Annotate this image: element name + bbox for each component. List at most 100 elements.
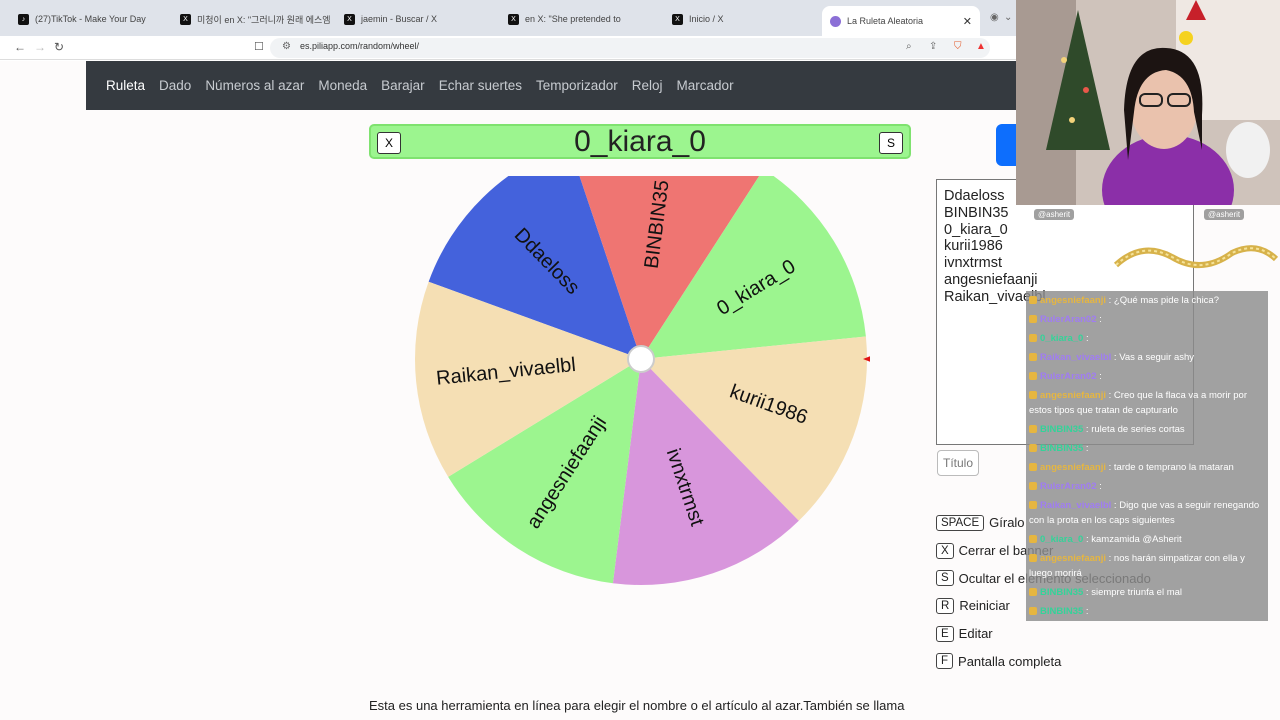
piliapp-icon <box>830 15 841 27</box>
chat-message: Raikan_vivaelbl : Digo que vas a seguir … <box>1026 496 1268 530</box>
nav-moneda[interactable]: Moneda <box>318 78 367 93</box>
nav-echar-suertes[interactable]: Echar suertes <box>439 78 522 93</box>
chat-username: angesniefaanji <box>1040 462 1106 473</box>
chat-text: : <box>1096 481 1102 492</box>
rewards-icon[interactable]: ▲ <box>976 41 986 52</box>
roulette-wheel[interactable]: Ddaeloss BINBIN350_kiara_0kurii1986ivnxtr… <box>412 176 870 651</box>
crown-badge-icon <box>1029 372 1037 381</box>
crown-badge-icon <box>1029 296 1037 305</box>
hide-selected-button[interactable]: S <box>879 132 903 154</box>
chat-username: Raikan_vivaelbl <box>1040 500 1112 511</box>
chat-text: : tarde o temprano la mataran <box>1106 462 1234 473</box>
url-text: es.piliapp.com/random/wheel/ <box>300 41 420 51</box>
chat-message: RulerAran02 : <box>1026 477 1268 496</box>
crown-badge-icon <box>1029 334 1037 343</box>
chat-text: : <box>1083 333 1089 344</box>
share-icon[interactable]: ⇪ <box>929 41 937 52</box>
chat-message: RulerAran02 : <box>1026 367 1268 386</box>
chat-message: 0_kiara_0 : <box>1026 329 1268 348</box>
crown-badge-icon <box>1029 315 1037 324</box>
nav-numeros[interactable]: Números al azar <box>205 78 304 93</box>
nav-barajar[interactable]: Barajar <box>381 78 425 93</box>
crown-badge-icon <box>1029 463 1037 472</box>
stream-chat-overlay: @asherit @asherit angesniefaanji : ¿Qué … <box>1026 205 1280 645</box>
crown-badge-icon <box>1029 554 1037 563</box>
chat-username: angesniefaanji <box>1040 295 1106 306</box>
site-nav: Ruleta Dado Números al azar Moneda Baraj… <box>86 61 1026 110</box>
title-input[interactable]: Título <box>937 450 979 476</box>
reload-icon[interactable]: ↻ <box>54 40 64 54</box>
crown-badge-icon <box>1029 425 1037 434</box>
x-icon: X <box>180 13 191 25</box>
chat-username: 0_kiara_0 <box>1040 534 1084 545</box>
close-tab-icon[interactable]: ✕ <box>963 15 972 28</box>
chat-header-tag: @asherit <box>1204 209 1245 220</box>
shortcut-fullscreen[interactable]: F Pantalla completa <box>936 647 1151 675</box>
chat-message: angesniefaanji : tarde o temprano la mat… <box>1026 458 1268 477</box>
chat-text: : <box>1096 314 1102 325</box>
chat-message: angesniefaanji : Creo que la flaca va a … <box>1026 386 1268 420</box>
chat-text: : ruleta de series cortas <box>1083 424 1185 435</box>
chat-text: : siempre triunfa el mal <box>1083 587 1183 598</box>
x-icon: X <box>672 13 683 25</box>
close-banner-button[interactable]: X <box>377 132 401 154</box>
tab-ruleta[interactable]: La Ruleta Aleatoria ✕ <box>822 6 980 36</box>
key-s: S <box>936 570 954 587</box>
tab-menu-icon[interactable]: ⌄ <box>1004 12 1012 23</box>
tab-tiktok[interactable]: ♪ (27)TikTok - Make Your Day <box>10 6 170 32</box>
chat-username: angesniefaanji <box>1040 390 1106 401</box>
chat-text: : ¿Qué mas pide la chica? <box>1106 295 1219 306</box>
tab-x-4[interactable]: X Inicio / X <box>664 6 822 32</box>
key-space: SPACE <box>936 514 985 531</box>
crown-badge-icon <box>1029 444 1037 453</box>
forward-icon[interactable]: → <box>34 40 46 54</box>
bookmark-icon[interactable]: ☐ <box>254 40 264 53</box>
chat-text: : Vas a seguir ashy <box>1111 352 1195 363</box>
globe-icon[interactable]: ◉ <box>990 12 999 23</box>
wheel-center-hub[interactable] <box>627 345 655 373</box>
nav-dado[interactable]: Dado <box>159 78 191 93</box>
chat-username: BINBIN35 <box>1040 443 1084 454</box>
key-f: F <box>936 653 954 670</box>
nav-temporizador[interactable]: Temporizador <box>536 78 618 93</box>
chat-username: RulerAran02 <box>1040 314 1097 325</box>
chat-message: Raikan_vivaelbl : Vas a seguir ashy <box>1026 348 1268 367</box>
crown-badge-icon <box>1029 535 1037 544</box>
tab-x-3[interactable]: X en X: "She pretended to <box>500 6 662 32</box>
tab-x-1[interactable]: X 미청이 en X: "그러니까 원래 에스엠 <box>172 6 334 32</box>
chat-message: angesniefaanji : nos harán simpatizar co… <box>1026 549 1268 583</box>
chat-text: : <box>1083 443 1089 454</box>
chat-message: BINBIN35 : <box>1026 602 1268 621</box>
nav-marcador[interactable]: Marcador <box>677 78 734 93</box>
site-info-icon[interactable]: ⚙ <box>282 41 291 52</box>
chat-text: : <box>1096 371 1102 382</box>
chat-message: BINBIN35 : ruleta de series cortas <box>1026 420 1268 439</box>
chat-username: BINBIN35 <box>1040 587 1084 598</box>
nav-ruleta[interactable]: Ruleta <box>106 78 145 93</box>
chat-username: angesniefaanji <box>1040 553 1106 564</box>
streamer-camera-image <box>1016 0 1280 205</box>
chat-username: Raikan_vivaelbl <box>1040 352 1112 363</box>
zoom-icon[interactable]: ⌕ <box>906 41 912 52</box>
x-icon: X <box>344 13 355 25</box>
chat-username: BINBIN35 <box>1040 606 1084 617</box>
winner-name: 0_kiara_0 <box>574 124 706 158</box>
crown-badge-icon <box>1029 482 1037 491</box>
tiktok-icon: ♪ <box>18 13 29 25</box>
back-icon[interactable]: ← <box>14 40 26 54</box>
tab-x-2[interactable]: X jaemin - Buscar / X <box>336 6 498 32</box>
chat-text: : kamzamida @Asherit <box>1083 534 1182 545</box>
chat-message: RulerAran02 : <box>1026 310 1268 329</box>
chat-username: BINBIN35 <box>1040 424 1084 435</box>
dragon-decoration <box>1113 245 1279 269</box>
chat-username: RulerAran02 <box>1040 481 1097 492</box>
crown-badge-icon <box>1029 391 1037 400</box>
chat-message: angesniefaanji : ¿Qué mas pide la chica? <box>1026 291 1268 310</box>
chat-message: BINBIN35 : <box>1026 439 1268 458</box>
brave-shield-icon[interactable]: ⛉ <box>954 41 962 52</box>
chat-username: 0_kiara_0 <box>1040 333 1084 344</box>
nav-reloj[interactable]: Reloj <box>632 78 663 93</box>
chat-header-tag: @asherit <box>1034 209 1075 220</box>
chat-header: @asherit @asherit <box>1026 209 1280 223</box>
chat-message: 0_kiara_0 : kamzamida @Asherit <box>1026 530 1268 549</box>
